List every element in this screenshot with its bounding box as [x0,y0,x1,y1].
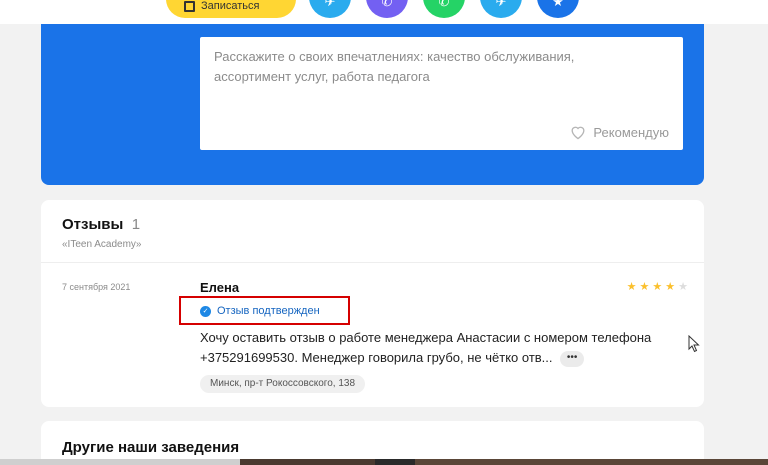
reviews-count: 1 [131,216,141,233]
address-chip[interactable]: Минск, пр-т Рокоссовского, 138 [200,375,366,393]
telegram-share-icon: ✈ [324,0,336,9]
reviews-title: Отзывы [62,216,124,233]
bottom-strip-segment [240,459,375,465]
reviews-subtitle: «ITeen Academy» [62,239,142,250]
book-button[interactable]: Записаться [166,0,296,18]
review-placeholder: Расскажите о своих впечатлениях: качеств… [214,49,575,84]
star-icon: ★ [652,281,663,293]
telegram-share-icon-alt: ✈ [495,0,507,9]
book-button-label: Записаться [201,0,260,12]
mouse-cursor-icon [688,335,700,353]
bottom-strip-segment [375,459,415,465]
other-places-title: Другие наши заведения [62,439,240,456]
reviews-card: Отзывы 1 «ITeen Academy» 7 сентября 2021… [41,200,704,407]
whatsapp-share-icon: ✆ [438,0,450,9]
bottom-strip [0,459,768,465]
verified-label: Отзыв подтвержден [217,305,320,317]
star-icon: ★ [639,281,650,293]
reviews-header: Отзывы 1 «ITeen Academy» [62,216,142,250]
review-rating: ★ ★ ★ ★ ★ [627,282,688,293]
review-date: 7 сентября 2021 [62,282,131,292]
star-icon: ★ [678,281,688,293]
heart-icon [571,126,585,140]
review-author[interactable]: Елена [200,280,239,295]
viber-share-icon: ✆ [381,0,393,9]
expand-review-button[interactable]: ••• [560,350,585,367]
recommend-label: Рекомендую [593,124,669,140]
verified-badge: ✓ Отзыв подтвержден [200,305,320,317]
review-textarea[interactable]: Расскажите о своих впечатлениях: качеств… [200,37,683,150]
verified-check-icon: ✓ [200,305,211,317]
star-icon: ★ [626,281,637,293]
bookmark-icon: ★ [552,0,564,9]
bottom-strip-segment [0,459,240,465]
review-text-block: Хочу оставить отзыв о работе менеджера А… [200,328,670,368]
calendar-icon [184,1,195,12]
recommend-toggle[interactable]: Рекомендую [569,124,669,140]
bottom-strip-segment [415,459,768,465]
star-icon: ★ [665,281,676,293]
divider [41,262,704,263]
